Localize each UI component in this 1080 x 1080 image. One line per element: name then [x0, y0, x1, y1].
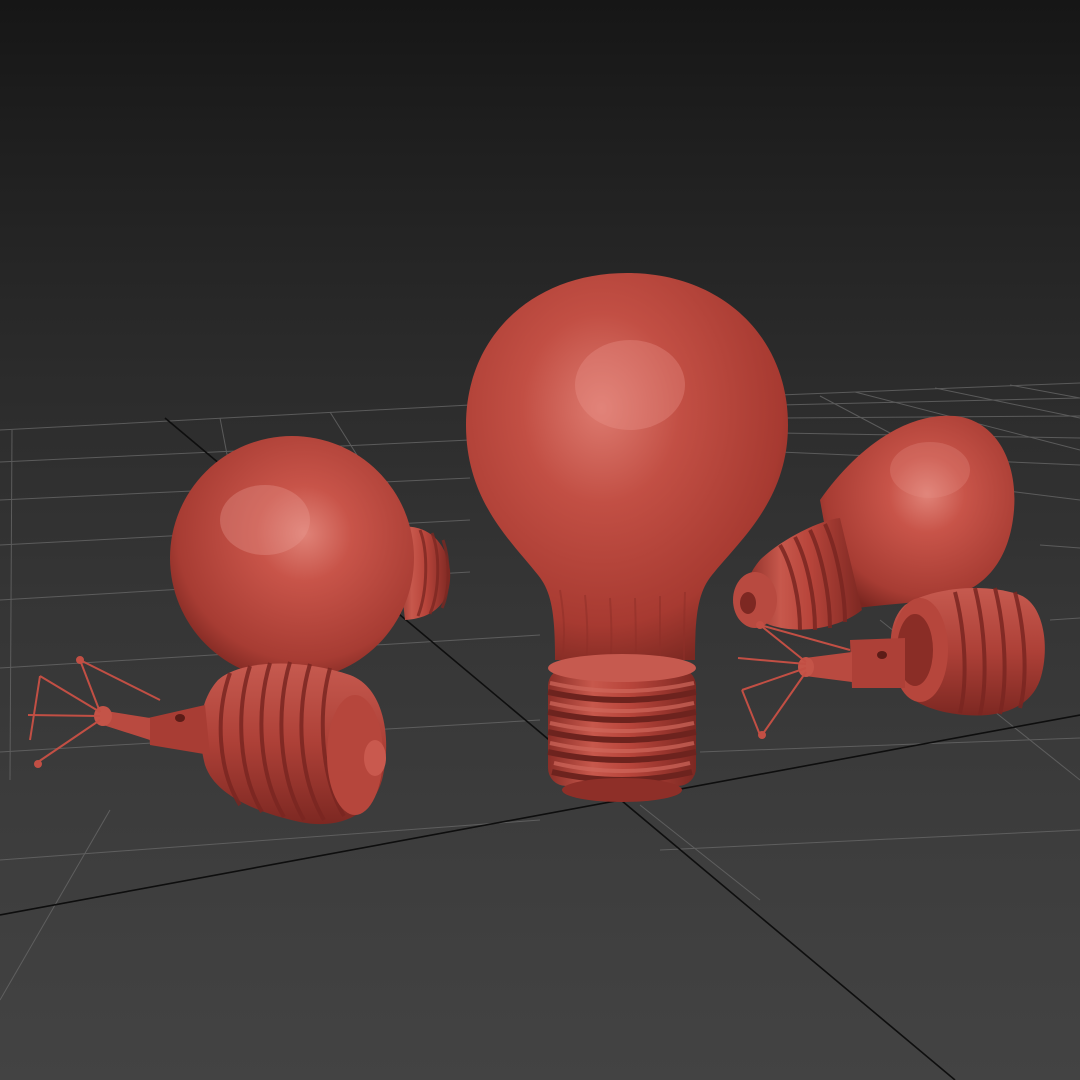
3d-viewport[interactable] [0, 0, 1080, 1080]
bulb-large-upright[interactable] [466, 273, 788, 802]
filament-left [27, 656, 161, 768]
filament-right [737, 621, 851, 739]
bulb-socket-left[interactable] [94, 661, 387, 825]
viewport-canvas[interactable] [0, 0, 1080, 1080]
